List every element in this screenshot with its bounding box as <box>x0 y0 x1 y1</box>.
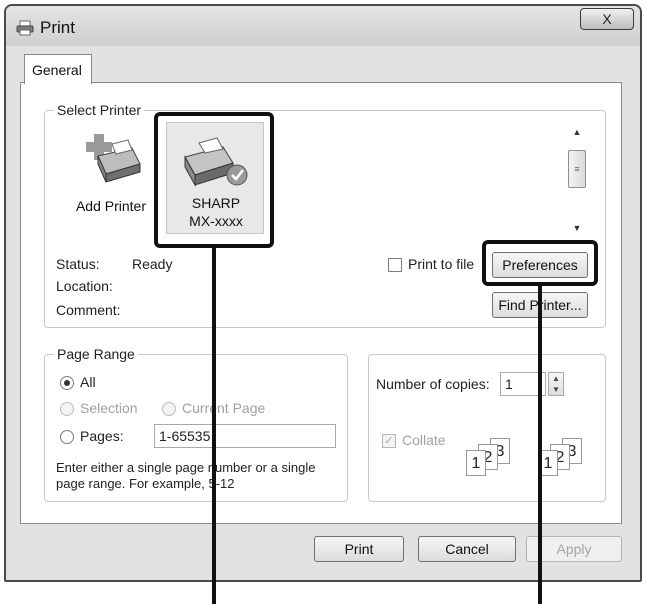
pages-radio[interactable] <box>60 430 74 444</box>
add-printer-label: Add Printer <box>75 198 147 214</box>
printer-icon <box>16 20 34 36</box>
add-printer-item[interactable]: Add Printer <box>66 126 156 222</box>
status-value: Ready <box>132 256 173 272</box>
close-icon: X <box>602 11 612 27</box>
print-to-file-label: Print to file <box>408 256 475 272</box>
number-of-copies-label: Number of copies: <box>376 376 490 392</box>
window-title: Print <box>40 18 75 37</box>
collate-label: Collate <box>402 432 446 448</box>
close-button[interactable]: X <box>580 8 634 30</box>
page-range-label: Page Range <box>54 346 138 362</box>
collate-illustration-1: 3 2 1 <box>466 438 530 482</box>
pages-input[interactable]: 1-65535 <box>154 424 336 448</box>
all-radio[interactable] <box>60 376 74 390</box>
printer-callout-box <box>154 112 274 248</box>
all-label: All <box>80 374 96 390</box>
page-range-hint-line2: page range. For example, 5-12 <box>56 476 235 491</box>
add-printer-icon <box>86 134 141 183</box>
selection-radio[interactable] <box>60 402 74 416</box>
preferences-callout-box <box>482 240 598 286</box>
preferences-callout-line <box>538 286 542 604</box>
page-1-icon: 1 <box>466 450 486 476</box>
comment-label: Comment: <box>56 302 121 318</box>
scroll-thumb[interactable]: ≡ <box>568 150 586 188</box>
title-bar: Print X <box>6 6 640 46</box>
cancel-button[interactable]: Cancel <box>418 536 516 562</box>
page-range-hint-line1: Enter either a single page number or a s… <box>56 460 316 475</box>
selection-label: Selection <box>80 400 138 416</box>
select-printer-label: Select Printer <box>54 102 145 118</box>
print-button[interactable]: Print <box>314 536 404 562</box>
scroll-up-icon[interactable]: ▲ <box>566 124 588 140</box>
print-to-file-checkbox[interactable] <box>388 258 402 272</box>
collate-checkbox[interactable]: ✓ <box>382 434 396 448</box>
scroll-down-icon[interactable]: ▼ <box>566 220 588 236</box>
current-page-label: Current Page <box>182 400 266 416</box>
current-page-radio[interactable] <box>162 402 176 416</box>
collate-illustration-2: 3 2 1 <box>538 438 602 482</box>
printer-list-scrollbar[interactable]: ▲ ≡ ▼ <box>566 120 588 242</box>
location-label: Location: <box>56 278 113 294</box>
pages-label: Pages: <box>80 428 124 444</box>
copies-stepper[interactable]: ▲ ▼ <box>548 372 564 396</box>
tab-general[interactable]: General <box>24 54 92 84</box>
status-label: Status: <box>56 256 100 272</box>
printer-callout-line <box>212 248 216 604</box>
